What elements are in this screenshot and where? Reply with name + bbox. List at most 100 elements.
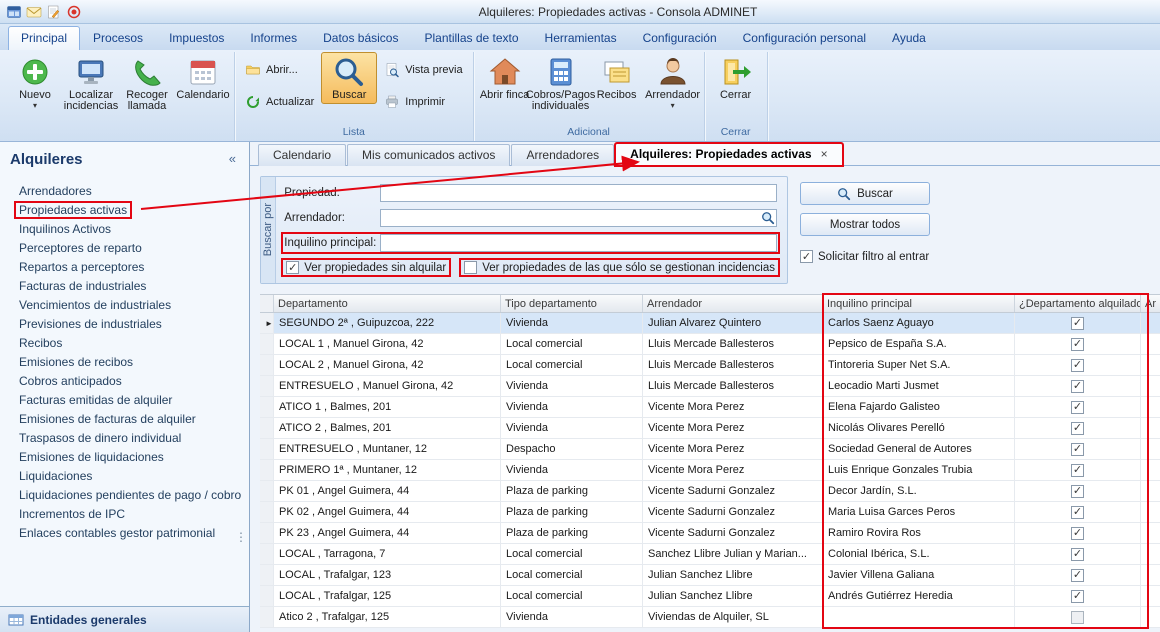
- ribbon-button[interactable]: Vista previa ▾: [377, 60, 469, 80]
- ribbon-tab[interactable]: Datos básicos: [310, 26, 411, 50]
- alquilado-checkbox[interactable]: [1071, 611, 1084, 624]
- alquilado-checkbox[interactable]: [1071, 422, 1084, 435]
- alquilado-checkbox[interactable]: [1071, 569, 1084, 582]
- sidebar-item[interactable]: Propiedades activas: [16, 201, 249, 220]
- sidebar-footer-entidades-generales[interactable]: Entidades generales: [0, 606, 249, 632]
- table-row[interactable]: ► LOCAL , Tarragona, 7 Local comercial S…: [260, 544, 1160, 565]
- alquilado-checkbox[interactable]: [1071, 506, 1084, 519]
- ribbon-button[interactable]: Imprimir ▾: [377, 92, 452, 112]
- sidebar-item[interactable]: Repartos a perceptores: [16, 258, 249, 277]
- table-row[interactable]: ► SEGUNDO 2ª , Guipuzcoa, 222 Vivienda J…: [260, 313, 1160, 334]
- table-row[interactable]: ► Atico 2 , Trafalgar, 125 Vivienda Vivi…: [260, 607, 1160, 628]
- ribbon-button[interactable]: Buscar ▾: [321, 52, 377, 104]
- filter-action-button[interactable]: Mostrar todos: [800, 213, 930, 236]
- alquilado-checkbox[interactable]: [1071, 317, 1084, 330]
- alquilado-checkbox[interactable]: [1071, 401, 1084, 414]
- sidebar-item[interactable]: Previsiones de industriales: [16, 315, 249, 334]
- ribbon-tab[interactable]: Configuración personal: [730, 26, 879, 50]
- table-row[interactable]: ► ENTRESUELO , Manuel Girona, 42 Viviend…: [260, 376, 1160, 397]
- sidebar-item[interactable]: Enlaces contables gestor patrimonial: [16, 524, 249, 543]
- alquilado-checkbox[interactable]: [1071, 485, 1084, 498]
- ribbon-button[interactable]: Abrir finca ▾: [477, 52, 533, 104]
- ribbon-tab[interactable]: Principal: [8, 26, 80, 50]
- sidebar-item[interactable]: Emisiones de recibos: [16, 353, 249, 372]
- table-row[interactable]: ► ATICO 2 , Balmes, 201 Vivienda Vicente…: [260, 418, 1160, 439]
- collapse-sidebar-icon[interactable]: «: [226, 151, 239, 166]
- sidebar-item[interactable]: Vencimientos de industriales: [16, 296, 249, 315]
- splitter-grip-icon[interactable]: ⋮: [235, 530, 247, 544]
- sidebar-item[interactable]: Liquidaciones: [16, 467, 249, 486]
- sidebar-item[interactable]: Arrendadores: [16, 182, 249, 201]
- close-tab-icon[interactable]: ×: [821, 147, 828, 161]
- ribbon-button[interactable]: Cobros/Pagos individuales ▾: [533, 52, 589, 115]
- ribbon-tab[interactable]: Herramientas: [532, 26, 630, 50]
- ribbon-tab[interactable]: Procesos: [80, 26, 156, 50]
- filter-input[interactable]: [380, 209, 777, 227]
- sidebar-item[interactable]: Liquidaciones pendientes de pago / cobro: [16, 486, 249, 505]
- sidebar-item[interactable]: Inquilinos Activos: [16, 220, 249, 239]
- ribbon-tab[interactable]: Ayuda: [879, 26, 939, 50]
- ribbon-button[interactable]: Abrir... ▾: [238, 60, 305, 80]
- column-header[interactable]: ¿Departamento alquilado?: [1015, 295, 1141, 312]
- table-row[interactable]: ► LOCAL 2 , Manuel Girona, 42 Local come…: [260, 355, 1160, 376]
- sidebar-item[interactable]: Perceptores de reparto: [16, 239, 249, 258]
- table-row[interactable]: ► PK 01 , Angel Guimera, 44 Plaza de par…: [260, 481, 1160, 502]
- table-row[interactable]: ► ATICO 1 , Balmes, 201 Vivienda Vicente…: [260, 397, 1160, 418]
- filter-input[interactable]: [380, 234, 777, 252]
- column-header[interactable]: Ar: [1141, 295, 1160, 312]
- sidebar-item[interactable]: Facturas emitidas de alquiler: [16, 391, 249, 410]
- record-icon[interactable]: [66, 4, 82, 20]
- ribbon-button[interactable]: Localizar incidencias ▾: [63, 52, 119, 115]
- document-tab[interactable]: Arrendadores ×: [511, 144, 614, 166]
- alquilado-checkbox[interactable]: [1071, 338, 1084, 351]
- alquilado-checkbox[interactable]: [1071, 590, 1084, 603]
- table-row[interactable]: ► LOCAL , Trafalgar, 125 Local comercial…: [260, 586, 1160, 607]
- alquilado-checkbox[interactable]: [1071, 464, 1084, 477]
- filter-checkbox[interactable]: Ver propiedades sin alquilar: [282, 259, 450, 276]
- alquilado-checkbox[interactable]: [1071, 443, 1084, 456]
- ribbon-tab[interactable]: Configuración: [630, 26, 730, 50]
- table-row[interactable]: ► PK 02 , Angel Guimera, 44 Plaza de par…: [260, 502, 1160, 523]
- sidebar-item[interactable]: Traspasos de dinero individual: [16, 429, 249, 448]
- app-icon[interactable]: [6, 4, 22, 20]
- column-header[interactable]: Arrendador: [643, 295, 823, 312]
- filter-action-button[interactable]: Buscar: [800, 182, 930, 205]
- ribbon-tab[interactable]: Plantillas de texto: [411, 26, 531, 50]
- note-icon[interactable]: [46, 4, 62, 20]
- lookup-search-icon[interactable]: [761, 211, 775, 225]
- ribbon-tab[interactable]: Impuestos: [156, 26, 237, 50]
- table-row[interactable]: ► LOCAL , Trafalgar, 123 Local comercial…: [260, 565, 1160, 586]
- table-row[interactable]: ► PRIMERO 1ª , Muntaner, 12 Vivienda Vic…: [260, 460, 1160, 481]
- document-tab[interactable]: Mis comunicados activos ×: [347, 144, 510, 166]
- ribbon-button[interactable]: Cerrar ▾: [708, 52, 764, 104]
- table-row[interactable]: ► ENTRESUELO , Muntaner, 12 Despacho Vic…: [260, 439, 1160, 460]
- sidebar-item[interactable]: Cobros anticipados: [16, 372, 249, 391]
- table-row[interactable]: ► LOCAL 1 , Manuel Girona, 42 Local come…: [260, 334, 1160, 355]
- sidebar-item[interactable]: Emisiones de liquidaciones: [16, 448, 249, 467]
- filter-input[interactable]: [380, 184, 777, 202]
- ribbon-tab[interactable]: Informes: [237, 26, 310, 50]
- sidebar-item[interactable]: Emisiones de facturas de alquiler: [16, 410, 249, 429]
- alquilado-checkbox[interactable]: [1071, 527, 1084, 540]
- sidebar-item[interactable]: Facturas de industriales: [16, 277, 249, 296]
- ribbon-button[interactable]: Recoger llamada ▾: [119, 52, 175, 115]
- document-tab[interactable]: Alquileres: Propiedades activas ×: [615, 143, 842, 166]
- filter-checkbox[interactable]: Ver propiedades de las que sólo se gesti…: [460, 259, 779, 276]
- ribbon-button[interactable]: Calendario ▾: [175, 52, 231, 104]
- document-tab[interactable]: Calendario ×: [258, 144, 346, 166]
- mail-icon[interactable]: [26, 4, 42, 20]
- sidebar-item[interactable]: Incrementos de IPC: [16, 505, 249, 524]
- alquilado-checkbox[interactable]: [1071, 359, 1084, 372]
- column-header[interactable]: Inquilino principal: [823, 295, 1015, 312]
- ribbon-button[interactable]: Nuevo ▾: [7, 52, 63, 112]
- alquilado-checkbox[interactable]: [1071, 380, 1084, 393]
- column-header[interactable]: Tipo departamento: [501, 295, 643, 312]
- ribbon-button[interactable]: Recibos ▾: [589, 52, 645, 104]
- ribbon-button[interactable]: Arrendador ▾: [645, 52, 701, 112]
- sidebar-item[interactable]: Recibos: [16, 334, 249, 353]
- table-row[interactable]: ► PK 23 , Angel Guimera, 44 Plaza de par…: [260, 523, 1160, 544]
- entry-filter-checkbox[interactable]: Solicitar filtro al entrar: [800, 248, 930, 265]
- ribbon-button[interactable]: Actualizar ▾: [238, 92, 321, 112]
- alquilado-checkbox[interactable]: [1071, 548, 1084, 561]
- column-header[interactable]: Departamento: [274, 295, 501, 312]
